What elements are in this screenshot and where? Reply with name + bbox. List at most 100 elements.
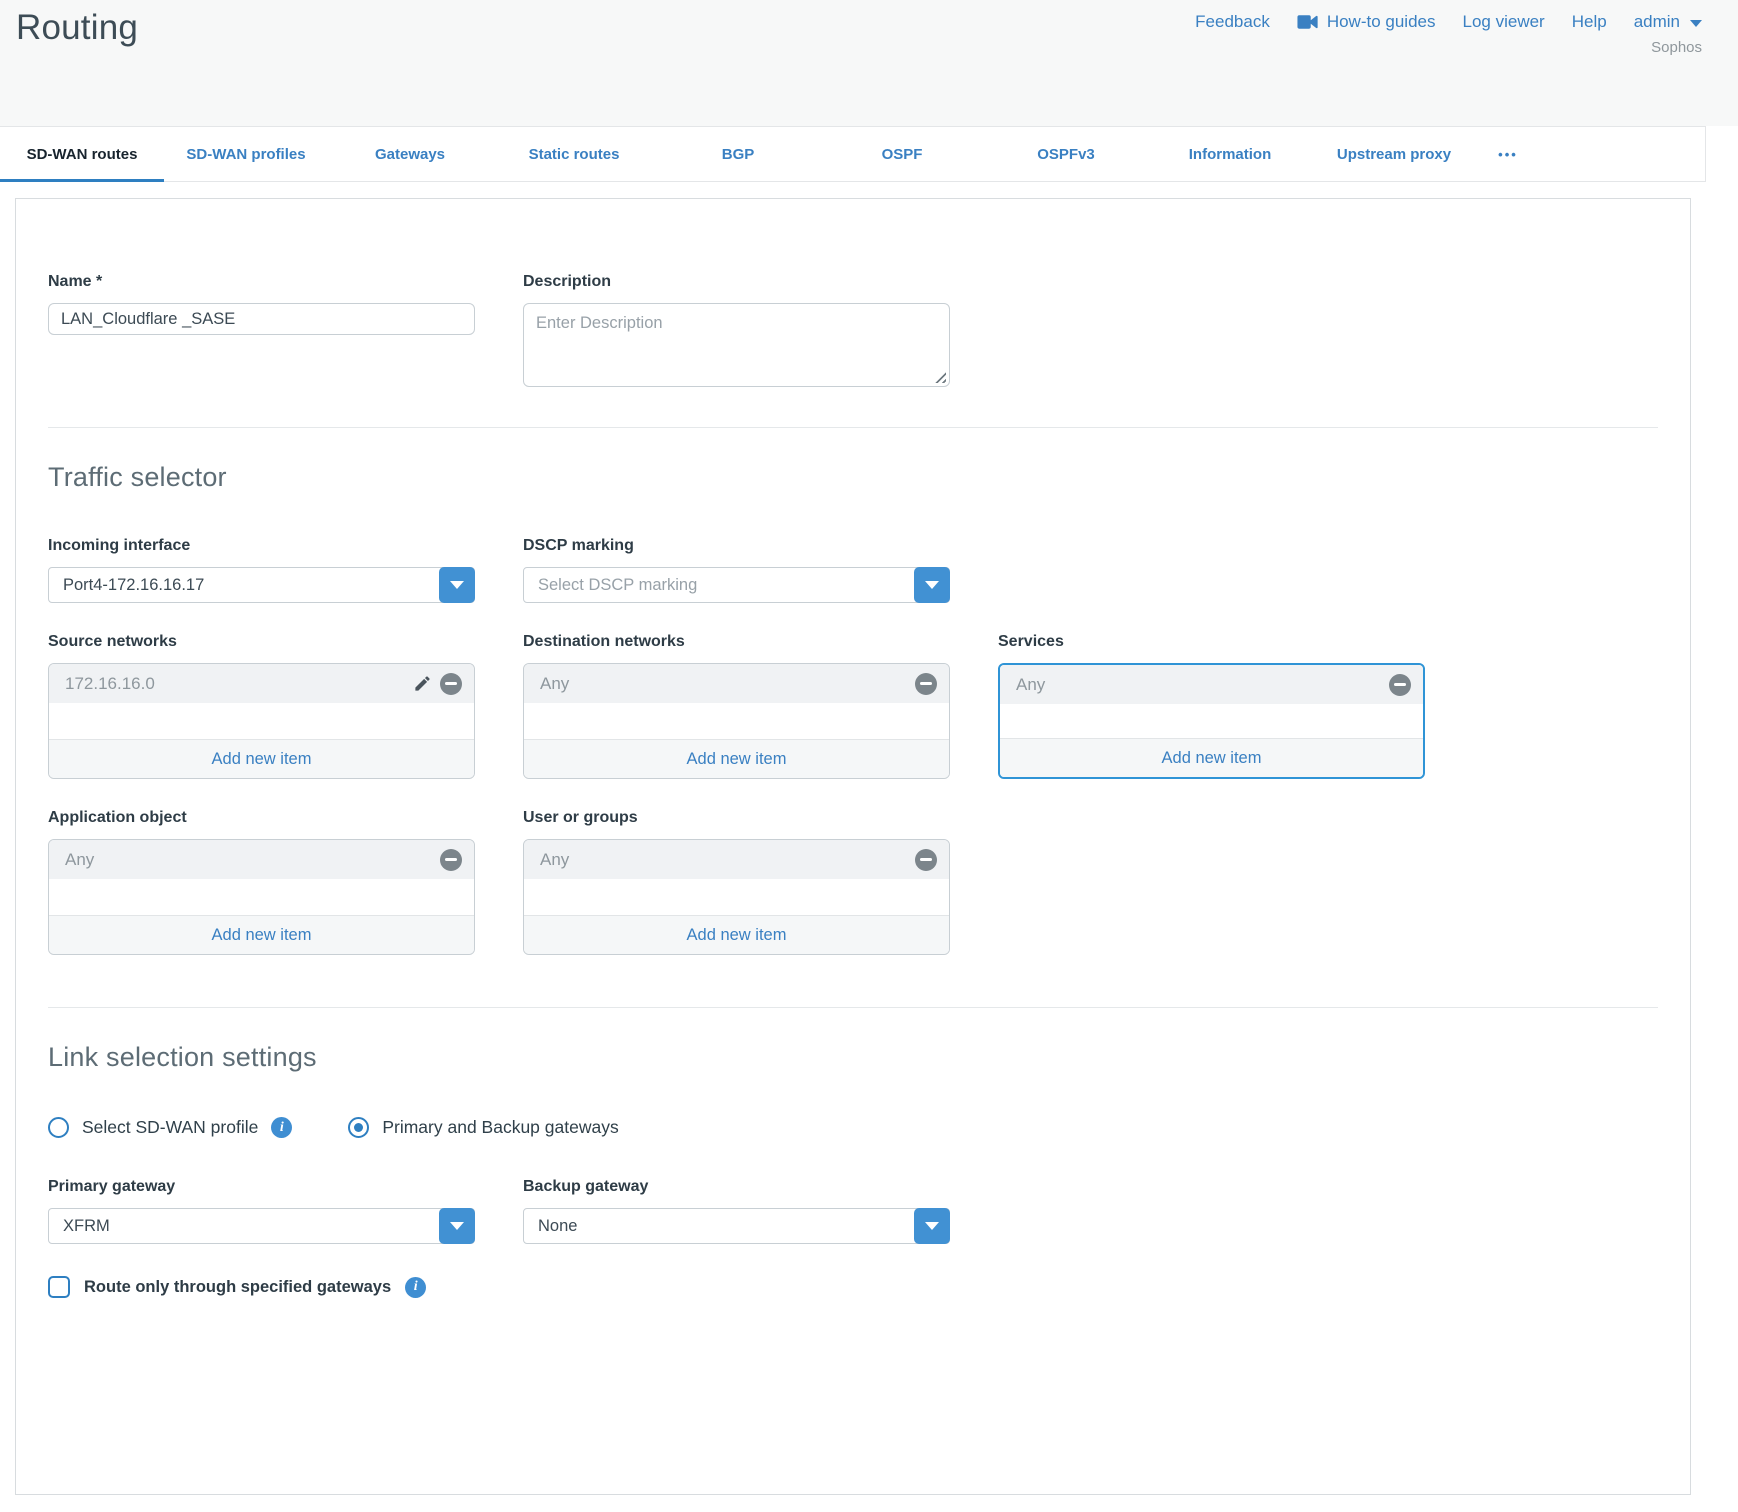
list-item: Any xyxy=(49,840,474,879)
incoming-interface-label: Incoming interface xyxy=(48,537,475,555)
item-value: Any xyxy=(1016,675,1389,695)
add-new-item-button[interactable]: Add new item xyxy=(49,915,474,954)
tab-static-routes[interactable]: Static routes xyxy=(492,127,656,181)
radio-selected-icon[interactable] xyxy=(348,1117,369,1138)
item-value: Any xyxy=(65,850,440,870)
brand-text: Sophos xyxy=(1195,39,1702,56)
howto-guides-label: How-to guides xyxy=(1327,12,1436,32)
item-box-spacer xyxy=(49,703,474,739)
radio-label: Select SD-WAN profile xyxy=(82,1117,258,1138)
dscp-marking-placeholder: Select DSCP marking xyxy=(524,576,949,595)
remove-icon[interactable] xyxy=(440,673,462,695)
sdwan-route-form: Name * Description Traffic selector Inco… xyxy=(15,198,1691,1495)
tab-ospfv3[interactable]: OSPFv3 xyxy=(984,127,1148,181)
help-link[interactable]: Help xyxy=(1572,12,1607,32)
backup-gateway-value: None xyxy=(524,1217,949,1236)
tab-sdwan-profiles[interactable]: SD-WAN profiles xyxy=(164,127,328,181)
list-item: 172.16.16.0 xyxy=(49,664,474,703)
source-networks-box: 172.16.16.0 Add new item xyxy=(48,663,475,779)
services-label: Services xyxy=(998,633,1425,651)
edit-icon[interactable] xyxy=(413,674,432,693)
page-title: Routing xyxy=(16,8,138,48)
info-icon[interactable]: i xyxy=(405,1277,426,1298)
howto-guides-link[interactable]: How-to guides xyxy=(1297,12,1436,32)
application-object-box: Any Add new item xyxy=(48,839,475,955)
route-only-checkbox-label: Route only through specified gateways xyxy=(84,1278,391,1297)
primary-gateway-value: XFRM xyxy=(49,1217,474,1236)
info-icon[interactable]: i xyxy=(271,1117,292,1138)
list-item: Any xyxy=(524,840,949,879)
item-value: Any xyxy=(540,850,915,870)
log-viewer-label: Log viewer xyxy=(1463,12,1545,32)
incoming-interface-select[interactable]: Port4-172.16.16.17 xyxy=(48,567,475,603)
remove-icon[interactable] xyxy=(1389,674,1411,696)
radio-unselected-icon[interactable] xyxy=(48,1117,69,1138)
page-header: Routing Feedback How-to guides Log viewe… xyxy=(0,0,1738,126)
video-camera-icon xyxy=(1297,14,1319,30)
tab-ospf[interactable]: OSPF xyxy=(820,127,984,181)
feedback-link[interactable]: Feedback xyxy=(1195,12,1270,32)
add-new-item-button[interactable]: Add new item xyxy=(524,915,949,954)
tab-information[interactable]: Information xyxy=(1148,127,1312,181)
add-new-item-button[interactable]: Add new item xyxy=(1000,738,1423,777)
section-divider xyxy=(48,427,1658,428)
chevron-down-icon xyxy=(450,581,464,589)
services-box: Any Add new item xyxy=(998,663,1425,779)
list-item: Any xyxy=(524,664,949,703)
description-label: Description xyxy=(523,273,950,291)
backup-gateway-select[interactable]: None xyxy=(523,1208,950,1244)
traffic-selector-heading: Traffic selector xyxy=(48,462,1658,493)
item-box-spacer xyxy=(1000,704,1423,738)
item-box-spacer xyxy=(49,879,474,915)
add-new-item-button[interactable]: Add new item xyxy=(524,739,949,778)
add-new-item-button[interactable]: Add new item xyxy=(49,739,474,778)
name-label: Name * xyxy=(48,273,475,291)
chevron-down-icon xyxy=(925,581,939,589)
header-links: Feedback How-to guides Log viewer Help a… xyxy=(1195,12,1702,32)
dropdown-arrow-button[interactable] xyxy=(914,567,950,603)
description-input[interactable] xyxy=(523,303,950,387)
link-selection-radio-group: Select SD-WAN profile i Primary and Back… xyxy=(48,1117,1658,1138)
application-object-label: Application object xyxy=(48,809,475,827)
more-tabs-button[interactable]: ••• xyxy=(1476,127,1540,181)
user-or-groups-box: Any Add new item xyxy=(523,839,950,955)
route-only-checkbox-row: Route only through specified gateways i xyxy=(48,1276,1658,1298)
tab-sdwan-routes[interactable]: SD-WAN routes xyxy=(0,127,164,181)
dscp-marking-label: DSCP marking xyxy=(523,537,950,555)
radio-label: Primary and Backup gateways xyxy=(382,1117,618,1138)
primary-gateway-label: Primary gateway xyxy=(48,1178,475,1196)
dropdown-arrow-button[interactable] xyxy=(439,567,475,603)
item-value: Any xyxy=(540,674,915,694)
remove-icon[interactable] xyxy=(440,849,462,871)
admin-menu[interactable]: admin xyxy=(1634,12,1702,32)
tab-bgp[interactable]: BGP xyxy=(656,127,820,181)
backup-gateway-label: Backup gateway xyxy=(523,1178,950,1196)
dropdown-arrow-button[interactable] xyxy=(439,1208,475,1244)
dropdown-arrow-button[interactable] xyxy=(914,1208,950,1244)
admin-label: admin xyxy=(1634,12,1680,32)
chevron-down-icon xyxy=(450,1222,464,1230)
tab-upstream-proxy[interactable]: Upstream proxy xyxy=(1312,127,1476,181)
remove-icon[interactable] xyxy=(915,849,937,871)
dscp-marking-select[interactable]: Select DSCP marking xyxy=(523,567,950,603)
header-right: Feedback How-to guides Log viewer Help a… xyxy=(1195,12,1702,56)
remove-icon[interactable] xyxy=(915,673,937,695)
destination-networks-label: Destination networks xyxy=(523,633,950,651)
caret-down-icon xyxy=(1690,20,1702,27)
incoming-interface-value: Port4-172.16.16.17 xyxy=(49,576,474,595)
destination-networks-box: Any Add new item xyxy=(523,663,950,779)
help-label: Help xyxy=(1572,12,1607,32)
item-box-spacer xyxy=(524,703,949,739)
tab-bar: SD-WAN routes SD-WAN profiles Gateways S… xyxy=(0,126,1706,182)
item-box-spacer xyxy=(524,879,949,915)
log-viewer-link[interactable]: Log viewer xyxy=(1463,12,1545,32)
tab-gateways[interactable]: Gateways xyxy=(328,127,492,181)
chevron-down-icon xyxy=(925,1222,939,1230)
feedback-label: Feedback xyxy=(1195,12,1270,32)
name-input[interactable] xyxy=(48,303,475,335)
route-only-checkbox[interactable] xyxy=(48,1276,70,1298)
user-or-groups-label: User or groups xyxy=(523,809,950,827)
radio-primary-backup-gateways[interactable]: Primary and Backup gateways xyxy=(348,1117,618,1138)
primary-gateway-select[interactable]: XFRM xyxy=(48,1208,475,1244)
radio-select-sdwan-profile[interactable]: Select SD-WAN profile i xyxy=(48,1117,292,1138)
